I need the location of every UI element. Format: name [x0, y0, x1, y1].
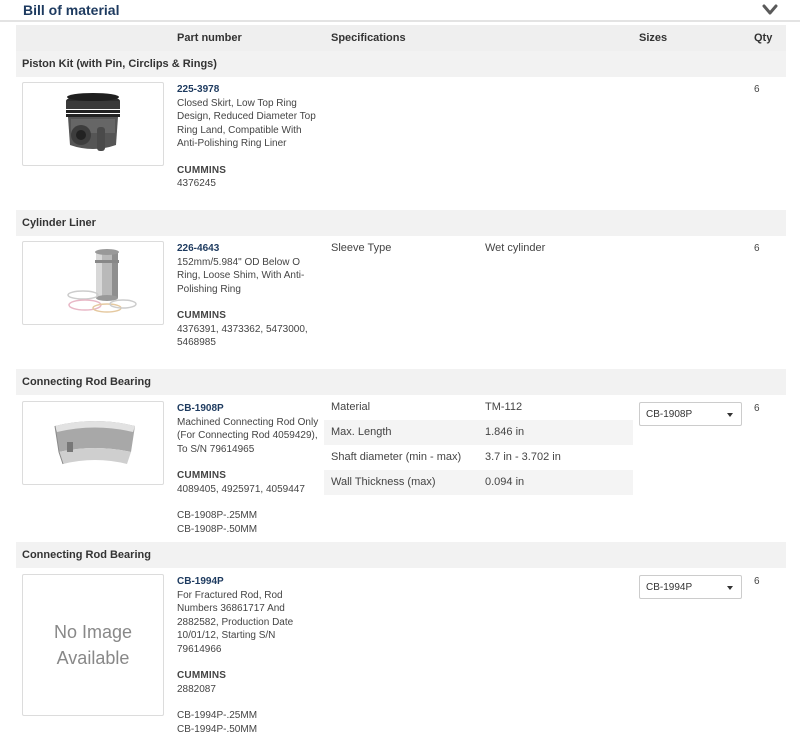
part-image-bearing[interactable] — [22, 401, 164, 485]
spec-label: Shaft diameter (min - max) — [331, 451, 462, 463]
chevron-down-icon[interactable] — [762, 3, 778, 17]
part-description: 152mm/5.984" OD Below O Ring, Loose Shim… — [177, 256, 305, 295]
part-image-placeholder[interactable]: No Image Available — [22, 574, 164, 716]
caret-down-icon — [727, 413, 733, 417]
no-image-text: No Image — [53, 622, 133, 642]
oem-numbers: 4376391, 4373362, 5473000, 5468985 — [177, 323, 308, 349]
part-number-link[interactable]: 226-4643 — [177, 242, 322, 256]
spec-value: Wet cylinder — [485, 242, 546, 254]
spec-label: Material — [331, 401, 371, 413]
part-image-piston[interactable] — [22, 82, 164, 166]
group-title: Connecting Rod Bearing — [22, 376, 151, 388]
alt-part-number[interactable]: CB-1908P-.25MM — [177, 509, 322, 523]
spec-value: TM-112 — [485, 401, 523, 413]
oem-numbers: 4376245 — [177, 178, 216, 189]
col-sizes: Sizes — [639, 32, 668, 44]
no-image-text: Available — [56, 648, 130, 668]
spec-table: Material TM-112 Max. Length 1.846 in Sha… — [324, 395, 633, 495]
part-info: CB-1908P Machined Connecting Rod Only (F… — [177, 402, 322, 536]
group-header-connecting-rod-bearing: Connecting Rod Bearing — [16, 369, 786, 395]
spec-value: 1.846 in — [485, 426, 525, 438]
spec-row: Max. Length 1.846 in — [324, 420, 633, 445]
col-qty: Qty — [754, 32, 773, 44]
spec-label: Wall Thickness (max) — [331, 476, 436, 488]
piston-image — [66, 93, 120, 151]
spec-row: Material TM-112 — [324, 395, 633, 420]
bearing-image — [54, 421, 135, 465]
part-info: 226-4643 152mm/5.984" OD Below O Ring, L… — [177, 242, 322, 350]
spec-row: Shaft diameter (min - max) 3.7 in - 3.70… — [324, 445, 633, 470]
caret-down-icon — [727, 586, 733, 590]
group-header-connecting-rod-bearing: Connecting Rod Bearing — [16, 542, 786, 568]
group-title: Cylinder Liner — [22, 217, 96, 229]
spec-label: Max. Length — [331, 426, 392, 438]
qty-value: 6 — [754, 576, 760, 587]
oem-numbers: 4089405, 4925971, 4059447 — [177, 483, 305, 495]
spec-value: 0.094 in — [485, 476, 525, 488]
alt-part-number[interactable]: CB-1994P-.25MM — [177, 709, 322, 723]
spec-row: Wall Thickness (max) 0.094 in — [324, 470, 633, 495]
part-number-link[interactable]: CB-1994P — [177, 575, 322, 589]
qty-value: 6 — [754, 243, 760, 254]
qty-value: 6 — [754, 84, 760, 95]
part-info: CB-1994P For Fractured Rod, Rod Numbers … — [177, 575, 322, 736]
cylinder-liner-image — [67, 249, 137, 313]
part-number-link[interactable]: CB-1908P — [177, 402, 322, 416]
size-select-value: CB-1908P — [646, 409, 693, 420]
section-title: Bill of material — [23, 2, 120, 18]
col-specifications: Specifications — [331, 32, 406, 44]
qty-value: 6 — [754, 403, 760, 414]
brand-name: CUMMINS — [177, 164, 227, 176]
alt-part-number[interactable]: CB-1994P-.50MM — [177, 723, 322, 737]
brand-name: CUMMINS — [177, 470, 227, 481]
no-image-placeholder: No Image Available — [23, 575, 163, 715]
group-title: Piston Kit (with Pin, Circlips & Rings) — [22, 58, 217, 70]
part-description: For Fractured Rod, Rod Numbers 36861717 … — [177, 589, 294, 655]
bom-header[interactable]: Bill of material — [0, 0, 800, 22]
size-select[interactable]: CB-1908P — [639, 402, 742, 426]
part-description: Closed Skirt, Low Top Ring Design, Reduc… — [177, 97, 316, 150]
group-header-piston-kit: Piston Kit (with Pin, Circlips & Rings) — [16, 51, 786, 77]
alt-part-number[interactable]: CB-1908P-.50MM — [177, 523, 322, 537]
table-header: Part number Specifications Sizes Qty — [16, 25, 786, 51]
size-select[interactable]: CB-1994P — [639, 575, 742, 599]
size-select-value: CB-1994P — [646, 582, 693, 593]
part-number-link[interactable]: 225-3978 — [177, 83, 322, 97]
oem-numbers: 2882087 — [177, 683, 216, 695]
part-image-liner[interactable] — [22, 241, 164, 325]
group-title: Connecting Rod Bearing — [22, 549, 151, 561]
brand-name: CUMMINS — [177, 670, 227, 681]
spec-value: 3.7 in - 3.702 in — [485, 451, 561, 463]
brand-name: CUMMINS — [177, 310, 227, 321]
col-part-number: Part number — [177, 32, 242, 44]
group-header-cylinder-liner: Cylinder Liner — [16, 210, 786, 236]
spec-label: Sleeve Type — [331, 242, 392, 254]
part-info: 225-3978 Closed Skirt, Low Top Ring Desi… — [177, 83, 322, 191]
part-description: Machined Connecting Rod Only (For Connec… — [177, 416, 319, 455]
